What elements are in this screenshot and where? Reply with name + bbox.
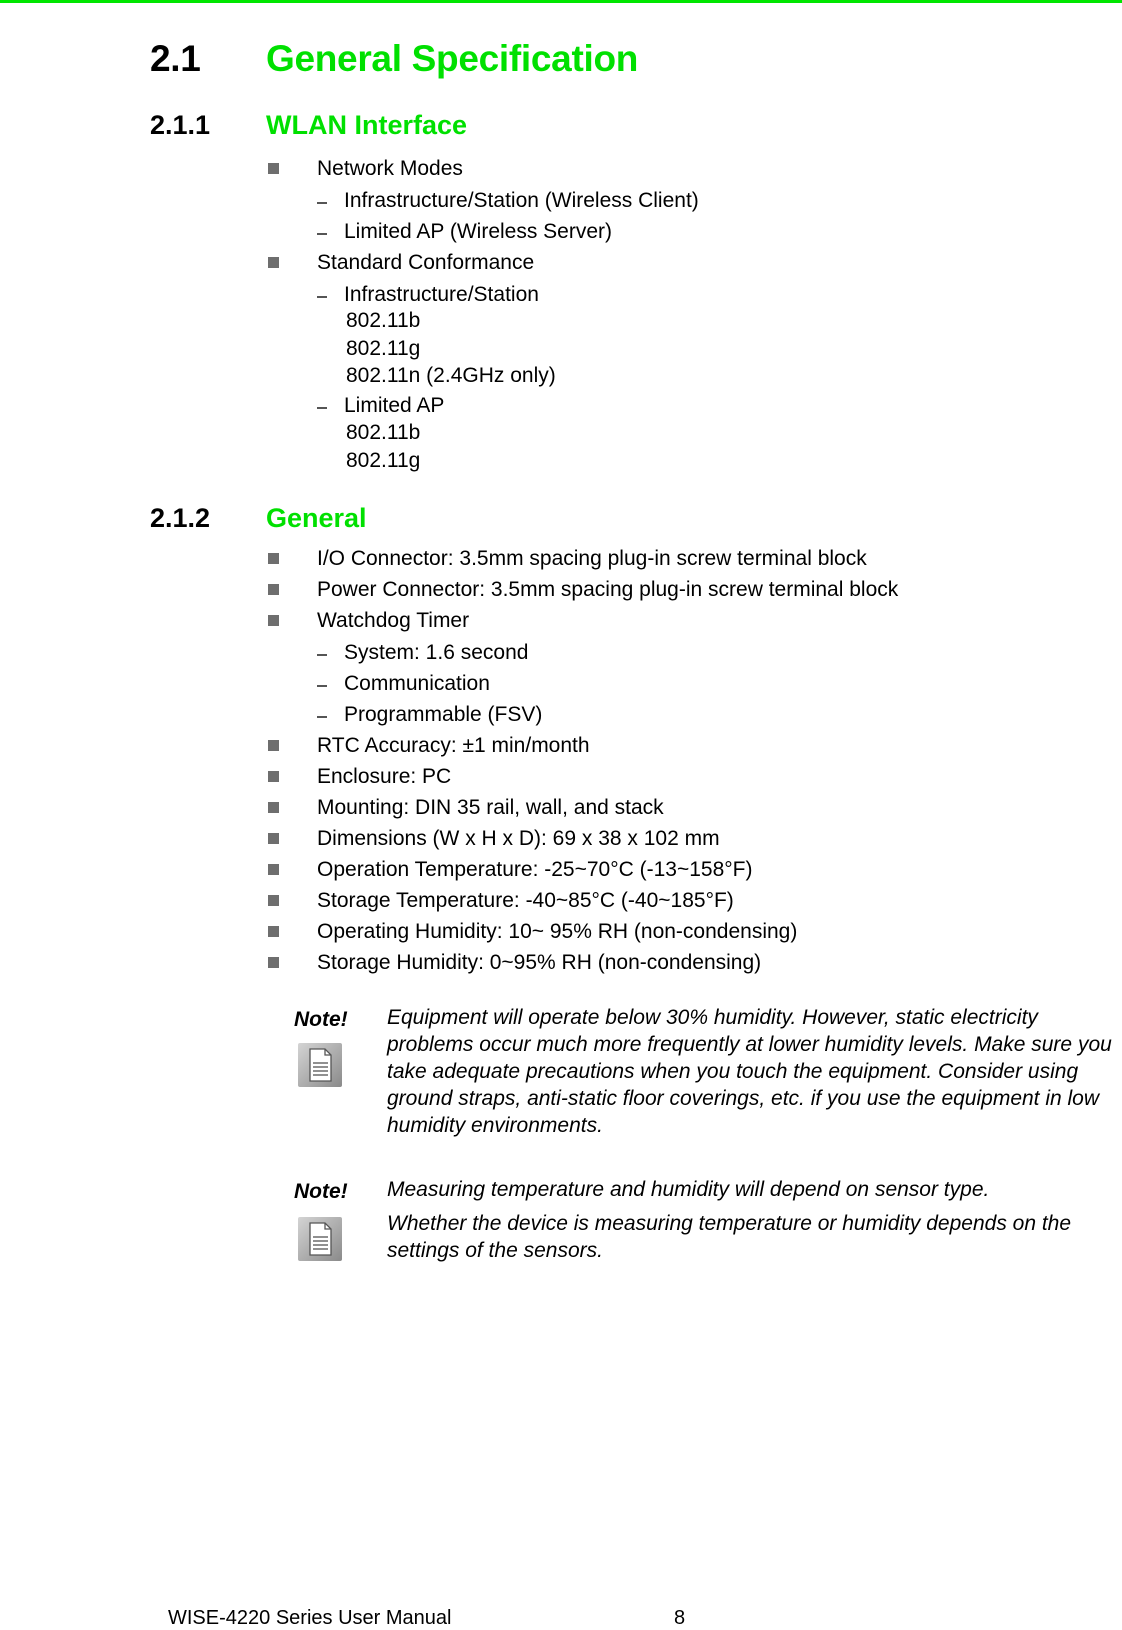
- list-item: Network Modes: [317, 157, 463, 180]
- list-item: Standard Conformance: [317, 251, 535, 274]
- subsection-number: 2.1.2: [150, 503, 211, 533]
- bullet-icon: [268, 553, 279, 564]
- list-subitem: Infrastructure/Station: [344, 283, 539, 306]
- dash-icon: [317, 716, 327, 718]
- note-text: Equipment will operate below 30% humidit…: [387, 1006, 1112, 1137]
- subsection-number: 2.1.1: [150, 110, 211, 140]
- list-item: Mounting: DIN 35 rail, wall, and stack: [317, 796, 664, 819]
- subsection-title: WLAN Interface: [266, 110, 468, 140]
- standard-value: 802.11g: [346, 337, 421, 360]
- subsection-title: General: [266, 503, 367, 533]
- list-item: Storage Temperature: -40~85°C (-40~185°F…: [317, 889, 734, 912]
- list-subitem: Limited AP (Wireless Server): [344, 220, 613, 243]
- standard-value: 802.11n (2.4GHz only): [346, 364, 556, 387]
- subsection-heading-wlan: 2.1.1 WLAN Interface: [150, 110, 467, 141]
- subsection-heading-general: 2.1.2 General: [150, 503, 367, 534]
- note-text: Whether the device is measuring temperat…: [387, 1212, 1072, 1262]
- bullet-icon: [268, 163, 279, 174]
- dash-icon: [317, 407, 327, 409]
- list-item: I/O Connector: 3.5mm spacing plug-in scr…: [317, 547, 867, 570]
- standard-value: 802.11b: [346, 421, 421, 444]
- note-label: Note!: [294, 1008, 348, 1031]
- document-icon: [298, 1043, 342, 1087]
- bullet-icon: [268, 833, 279, 844]
- bullet-icon: [268, 740, 279, 751]
- standard-value: 802.11b: [346, 309, 421, 332]
- bullet-icon: [268, 771, 279, 782]
- dash-icon: [317, 202, 327, 204]
- bullet-icon: [268, 615, 279, 626]
- list-subitem: Limited AP: [344, 394, 445, 417]
- section-heading: 2.1 General Specification: [150, 38, 638, 80]
- bullet-icon: [268, 864, 279, 875]
- bullet-icon: [268, 584, 279, 595]
- footer-page-number: 8: [674, 1607, 686, 1629]
- document-icon: [298, 1217, 342, 1261]
- list-item: Power Connector: 3.5mm spacing plug-in s…: [317, 578, 899, 601]
- list-item: Dimensions (W x H x D): 69 x 38 x 102 mm: [317, 827, 720, 850]
- dash-icon: [317, 654, 327, 656]
- bullet-icon: [268, 926, 279, 937]
- section-number: 2.1: [150, 38, 201, 79]
- bullet-icon: [268, 257, 279, 268]
- list-item: Storage Humidity: 0~95% RH (non-condensi…: [317, 951, 762, 974]
- list-subitem: Communication: [344, 672, 490, 695]
- list-item: Enclosure: PC: [317, 765, 452, 788]
- list-item: Operation Temperature: -25~70°C (-13~158…: [317, 858, 753, 881]
- bullet-icon: [268, 957, 279, 968]
- dash-icon: [317, 233, 327, 235]
- list-item: RTC Accuracy: ±1 min/month: [317, 734, 590, 757]
- list-item: Watchdog Timer: [317, 609, 470, 632]
- bullet-icon: [268, 895, 279, 906]
- list-subitem: System: 1.6 second: [344, 641, 529, 664]
- list-item: Operating Humidity: 10~ 95% RH (non-cond…: [317, 920, 798, 943]
- section-title: General Specification: [266, 38, 639, 79]
- dash-icon: [317, 296, 327, 298]
- note-text: Measuring temperature and humidity will …: [387, 1178, 990, 1201]
- footer-manual-title: WISE-4220 Series User Manual: [168, 1607, 452, 1629]
- note-label: Note!: [294, 1180, 348, 1203]
- top-rule: [0, 0, 1122, 3]
- dash-icon: [317, 685, 327, 687]
- list-subitem: Infrastructure/Station (Wireless Client): [344, 189, 699, 212]
- list-subitem: Programmable (FSV): [344, 703, 543, 726]
- standard-value: 802.11g: [346, 449, 421, 472]
- bullet-icon: [268, 802, 279, 813]
